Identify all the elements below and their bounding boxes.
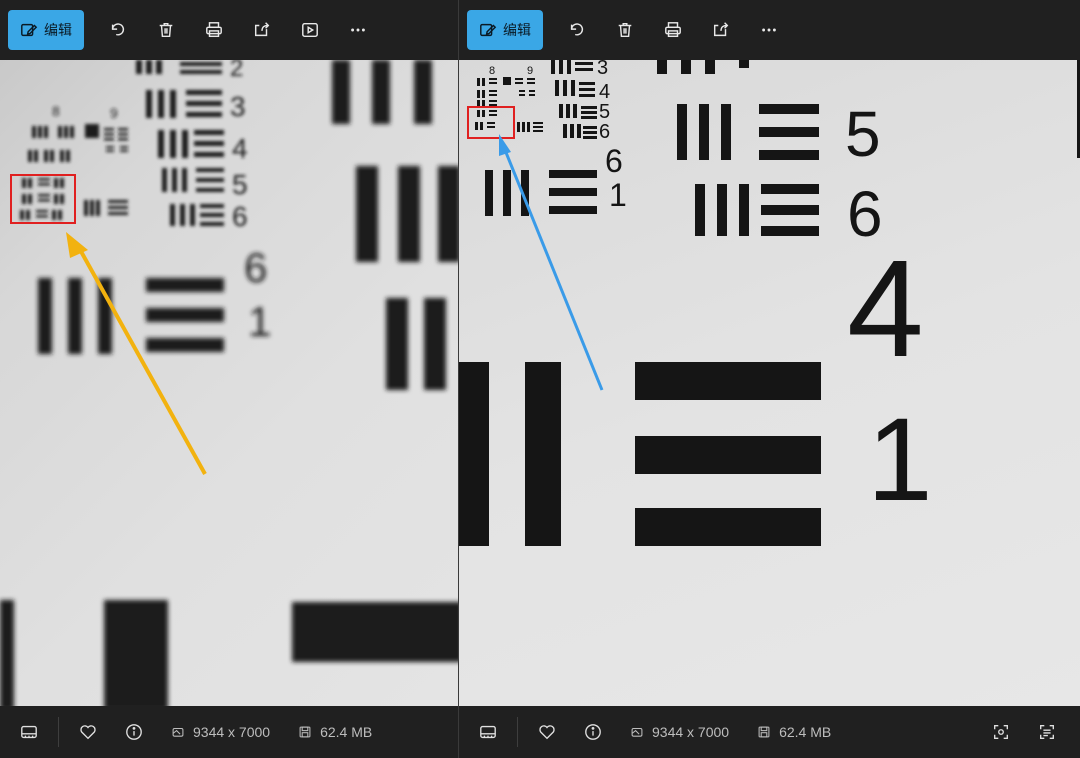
heart-icon — [539, 725, 555, 740]
big-1-label: 1 — [248, 298, 271, 345]
favorite-button[interactable] — [65, 712, 111, 752]
small-6-label: 6 — [605, 143, 623, 179]
big-5-label: 5 — [845, 98, 881, 170]
big-6-label: 6 — [244, 244, 267, 291]
image-dimensions: 9344 x 7000 — [652, 724, 730, 740]
filmstrip-button[interactable] — [465, 712, 511, 752]
visual-search-button[interactable] — [978, 712, 1024, 752]
visual-search-icon — [994, 725, 1008, 739]
favorite-button[interactable] — [524, 712, 570, 752]
info-button[interactable] — [111, 712, 157, 752]
status-bar: 9344 x 7000 62.4 MB — [0, 706, 458, 758]
group-9-label: 9 — [527, 65, 533, 77]
file-size: 62.4 MB — [779, 724, 832, 740]
number-6-label: 6 — [232, 201, 248, 232]
file-metadata: 9344 x 7000 62.4 MB — [171, 724, 372, 740]
edit-icon — [21, 23, 38, 37]
edit-icon — [480, 23, 497, 37]
toolbar: 编辑 — [459, 0, 1080, 60]
slideshow-icon — [302, 22, 318, 38]
edit-label: 编辑 — [44, 22, 72, 38]
slideshow-button[interactable] — [286, 10, 334, 50]
edit-button[interactable]: 编辑 — [8, 10, 84, 50]
info-icon — [585, 724, 601, 740]
element-3-4-5-6-stack: 3 4 5 6 — [551, 60, 610, 143]
file-size-icon — [299, 726, 311, 738]
left-photo-viewer: 编辑 8 9 2 3 4 5 6 6 1 9344 x 7000 62.4 MB — [0, 0, 458, 758]
number-3-label: 3 — [597, 60, 608, 79]
group-9-label: 9 — [110, 105, 118, 121]
number-4-label: 4 — [232, 133, 248, 164]
heart-icon — [80, 725, 96, 740]
huge-1-label: 1 — [867, 394, 933, 526]
file-metadata: 9344 x 7000 62.4 MB — [630, 724, 831, 740]
group-8-label: 8 — [52, 103, 60, 119]
info-button[interactable] — [570, 712, 616, 752]
image-dimensions: 9344 x 7000 — [193, 724, 271, 740]
edit-label: 编辑 — [503, 22, 531, 38]
number-2-label: 2 — [230, 60, 243, 82]
status-divider — [517, 717, 518, 747]
status-actions — [978, 712, 1070, 752]
number-4-label: 4 — [599, 81, 610, 103]
more-button[interactable] — [334, 10, 382, 50]
info-icon — [126, 724, 142, 740]
rotate-icon — [111, 23, 125, 36]
edit-button[interactable]: 编辑 — [467, 10, 543, 50]
more-button[interactable] — [745, 10, 793, 50]
test-target-photo: 8 9 3 4 5 6 6 1 5 6 4 1 — [459, 60, 1080, 706]
delete-icon — [618, 22, 632, 38]
toolbar: 编辑 — [0, 0, 458, 60]
resolution-icon — [172, 727, 184, 737]
resolution-icon — [631, 727, 643, 737]
file-size-icon — [758, 726, 770, 738]
filmstrip-icon — [21, 725, 37, 739]
share-icon — [713, 22, 729, 37]
print-button[interactable] — [649, 10, 697, 50]
print-icon — [665, 22, 681, 38]
more-icon — [351, 28, 365, 32]
rotate-button[interactable] — [553, 10, 601, 50]
delete-icon — [159, 22, 173, 38]
group-8-label: 8 — [489, 65, 495, 77]
status-divider — [58, 717, 59, 747]
filmstrip-button[interactable] — [6, 712, 52, 752]
number-3-label: 3 — [230, 91, 246, 122]
rotate-icon — [570, 23, 584, 36]
small-1-label: 1 — [609, 177, 627, 213]
number-5-label: 5 — [232, 169, 248, 200]
small-element-groups: 8 9 — [475, 65, 543, 132]
share-button[interactable] — [238, 10, 286, 50]
element-2-3-4-5-6-stack: 2 3 4 5 6 — [136, 60, 248, 232]
text-scan-icon — [1040, 725, 1054, 739]
print-icon — [206, 22, 222, 38]
test-target-photo: 8 9 2 3 4 5 6 6 1 — [0, 60, 458, 706]
more-icon — [762, 28, 776, 32]
file-size: 62.4 MB — [320, 724, 373, 740]
annotation-arrow — [66, 232, 207, 475]
delete-button[interactable] — [142, 10, 190, 50]
number-5-label: 5 — [599, 101, 610, 123]
huge-4-label: 4 — [847, 232, 924, 386]
delete-button[interactable] — [601, 10, 649, 50]
rotate-button[interactable] — [94, 10, 142, 50]
filmstrip-icon — [480, 725, 496, 739]
status-bar: 9344 x 7000 62.4 MB — [459, 706, 1080, 758]
share-button[interactable] — [697, 10, 745, 50]
right-photo-viewer: 编辑 8 9 3 4 5 6 6 1 5 6 4 1 9344 x 7000 6… — [458, 0, 1080, 758]
print-button[interactable] — [190, 10, 238, 50]
number-6-label: 6 — [599, 121, 610, 143]
text-scan-button[interactable] — [1024, 712, 1070, 752]
share-icon — [254, 22, 270, 37]
